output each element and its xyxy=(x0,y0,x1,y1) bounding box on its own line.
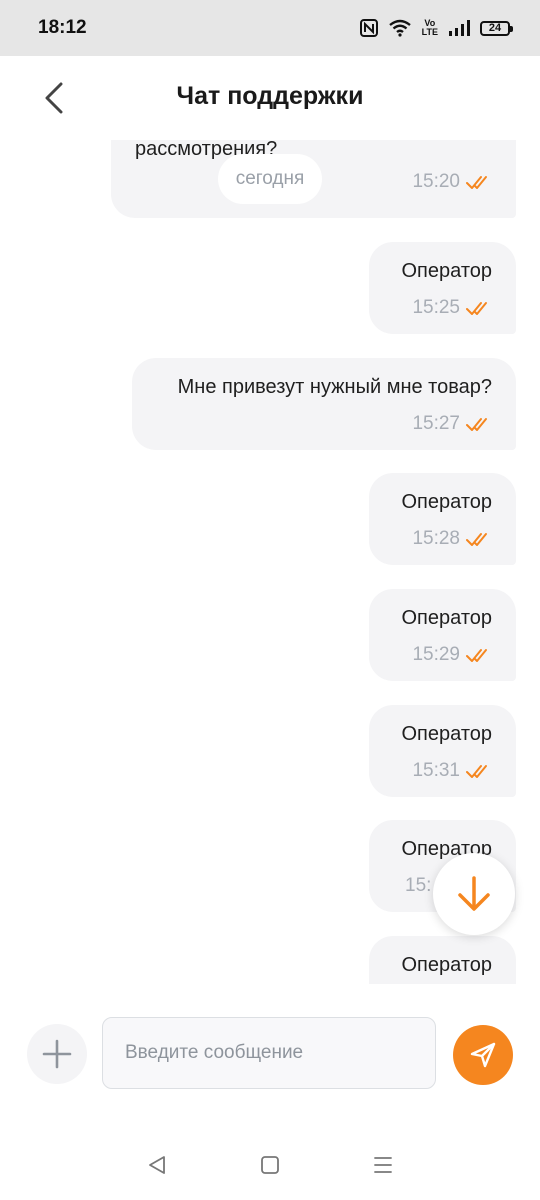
message-time: 15:31 xyxy=(412,760,460,781)
message-meta: 15:27 xyxy=(156,413,492,435)
system-nav-bar xyxy=(0,1130,540,1200)
message-text: Оператор xyxy=(401,491,493,513)
battery-icon: 24 xyxy=(480,20,513,36)
wifi-icon xyxy=(388,19,411,37)
message-bubble[interactable]: Оператор 15:25 xyxy=(369,242,516,334)
message-bubble[interactable]: Оператор xyxy=(369,936,516,984)
double-check-icon xyxy=(466,176,487,189)
status-icons: Vo LTE 24 xyxy=(359,18,513,37)
double-check-icon xyxy=(466,302,487,315)
message-text: Оператор xyxy=(401,954,493,976)
send-icon xyxy=(470,1042,496,1068)
nav-home-button[interactable] xyxy=(250,1145,290,1185)
page-title: Чат поддержки xyxy=(176,82,364,110)
message-meta: 15:25 xyxy=(393,297,492,319)
message-text: Мне привезут нужный мне товар? xyxy=(177,376,492,398)
message-time: 15:29 xyxy=(412,644,460,665)
message-time: 15:25 xyxy=(412,297,460,318)
message-text: Оператор xyxy=(401,260,493,282)
message-text: Оператор xyxy=(401,607,493,629)
message-input[interactable] xyxy=(102,1017,436,1089)
status-time: 18:12 xyxy=(38,17,87,38)
message-time: 15: xyxy=(405,875,432,896)
date-chip: сегодня xyxy=(218,154,322,204)
message-bubble[interactable]: Оператор 15:28 xyxy=(369,473,516,565)
signal-icon xyxy=(449,20,470,36)
message-meta: 15:29 xyxy=(393,644,492,666)
volte-icon: Vo LTE xyxy=(421,18,438,37)
send-button[interactable] xyxy=(453,1025,513,1085)
message-time: 15:27 xyxy=(412,413,460,434)
menu-lines-icon xyxy=(374,1157,393,1173)
message-input-bar xyxy=(0,1004,540,1104)
double-check-icon xyxy=(466,533,487,546)
plus-icon xyxy=(42,1039,72,1069)
message-text: рассмотрения? xyxy=(135,140,278,160)
message-bubble[interactable]: Мне привезут нужный мне товар? 15:27 xyxy=(132,358,516,450)
triangle-back-icon xyxy=(148,1156,165,1174)
message-meta: 15:31 xyxy=(393,760,492,782)
message-meta: 15:28 xyxy=(393,528,492,550)
message-text: Оператор xyxy=(401,723,493,745)
nav-back-button[interactable] xyxy=(137,1145,177,1185)
status-bar: 18:12 Vo LTE 24 xyxy=(0,0,540,56)
message-bubble[interactable]: Оператор 15:29 xyxy=(369,589,516,681)
nav-menu-button[interactable] xyxy=(363,1145,403,1185)
double-check-icon xyxy=(466,418,487,431)
battery-level: 24 xyxy=(488,22,502,34)
message-time: 15:20 xyxy=(412,171,460,192)
message-time: 15:28 xyxy=(412,528,460,549)
double-check-icon xyxy=(466,765,487,778)
message-bubble[interactable]: Оператор 15:31 xyxy=(369,705,516,797)
chat-header: Чат поддержки xyxy=(0,56,540,140)
nfc-icon xyxy=(359,19,378,37)
square-home-icon xyxy=(261,1156,279,1174)
double-check-icon xyxy=(466,649,487,662)
arrow-down-icon xyxy=(458,876,490,911)
attach-button[interactable] xyxy=(27,1024,87,1084)
scroll-down-button[interactable] xyxy=(433,853,515,935)
